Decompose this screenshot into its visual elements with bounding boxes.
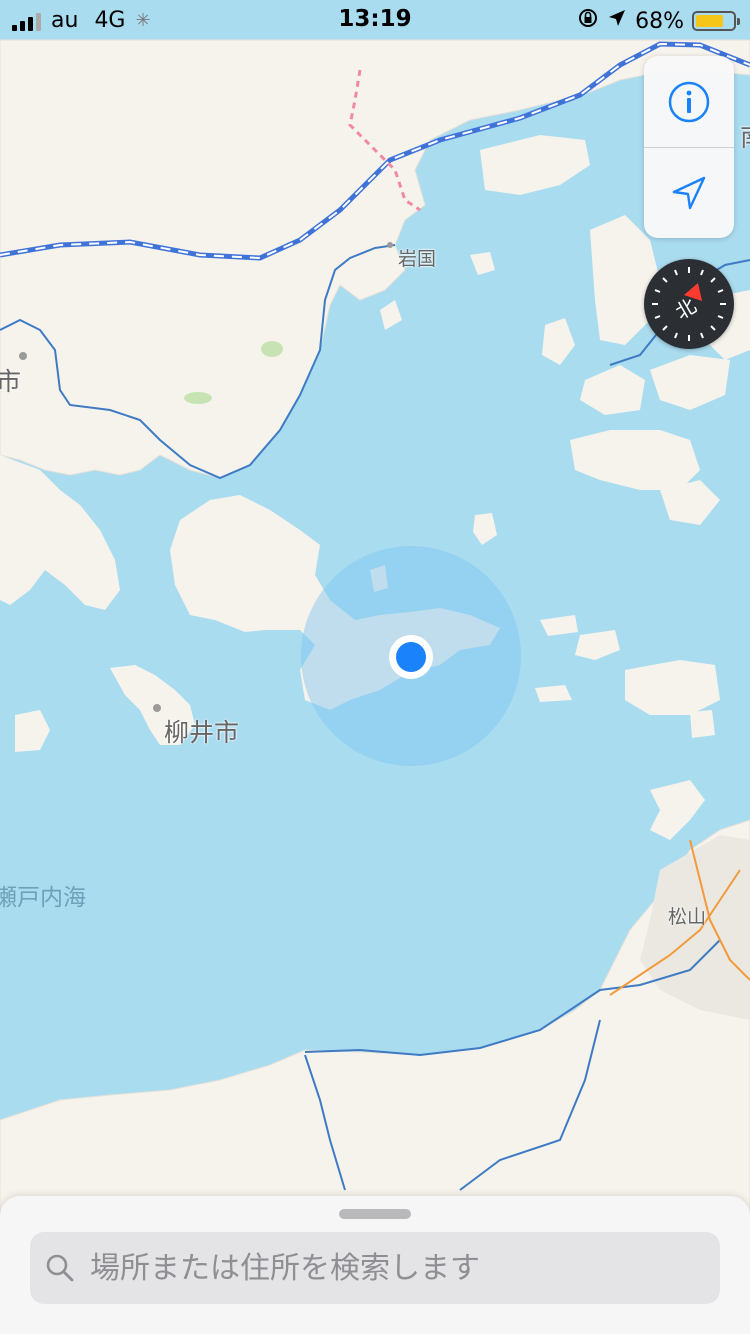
- label-left-edge-city: 市: [0, 367, 22, 396]
- map-view[interactable]: [0, 0, 750, 1334]
- town-marker: [387, 242, 393, 248]
- info-button[interactable]: [644, 56, 734, 147]
- compass-button[interactable]: 北: [644, 259, 734, 349]
- label-matsuyama: 松山: [668, 906, 707, 928]
- map-controls-panel: [644, 56, 734, 238]
- sheet-grabber[interactable]: [339, 1209, 411, 1219]
- location-arrow-icon: [672, 176, 706, 209]
- label-setonaikai: 瀬戸内海: [0, 885, 86, 911]
- current-location-dot-inner: [396, 642, 426, 672]
- search-sheet: [0, 1196, 750, 1334]
- status-bar: au 4G ✳ 13:19 68%: [0, 0, 750, 40]
- park-area: [261, 341, 283, 357]
- town-marker: [19, 352, 27, 360]
- park-area: [184, 392, 212, 404]
- orientation-lock-icon: [577, 7, 599, 35]
- small-island: [625, 660, 720, 715]
- battery-percent: 68%: [635, 8, 684, 34]
- label-right-edge: 南: [740, 118, 750, 154]
- search-bar[interactable]: [30, 1232, 720, 1304]
- town-marker: [153, 704, 161, 712]
- label-iwakuni: 岩国: [398, 248, 437, 270]
- search-input[interactable]: [90, 1238, 690, 1298]
- tracking-button[interactable]: [644, 147, 734, 238]
- info-icon: [668, 81, 710, 122]
- search-icon: [46, 1254, 74, 1282]
- small-island: [690, 710, 715, 738]
- battery-icon: [692, 11, 740, 31]
- location-services-icon: [607, 8, 627, 34]
- label-yanai: 柳井市: [164, 718, 240, 747]
